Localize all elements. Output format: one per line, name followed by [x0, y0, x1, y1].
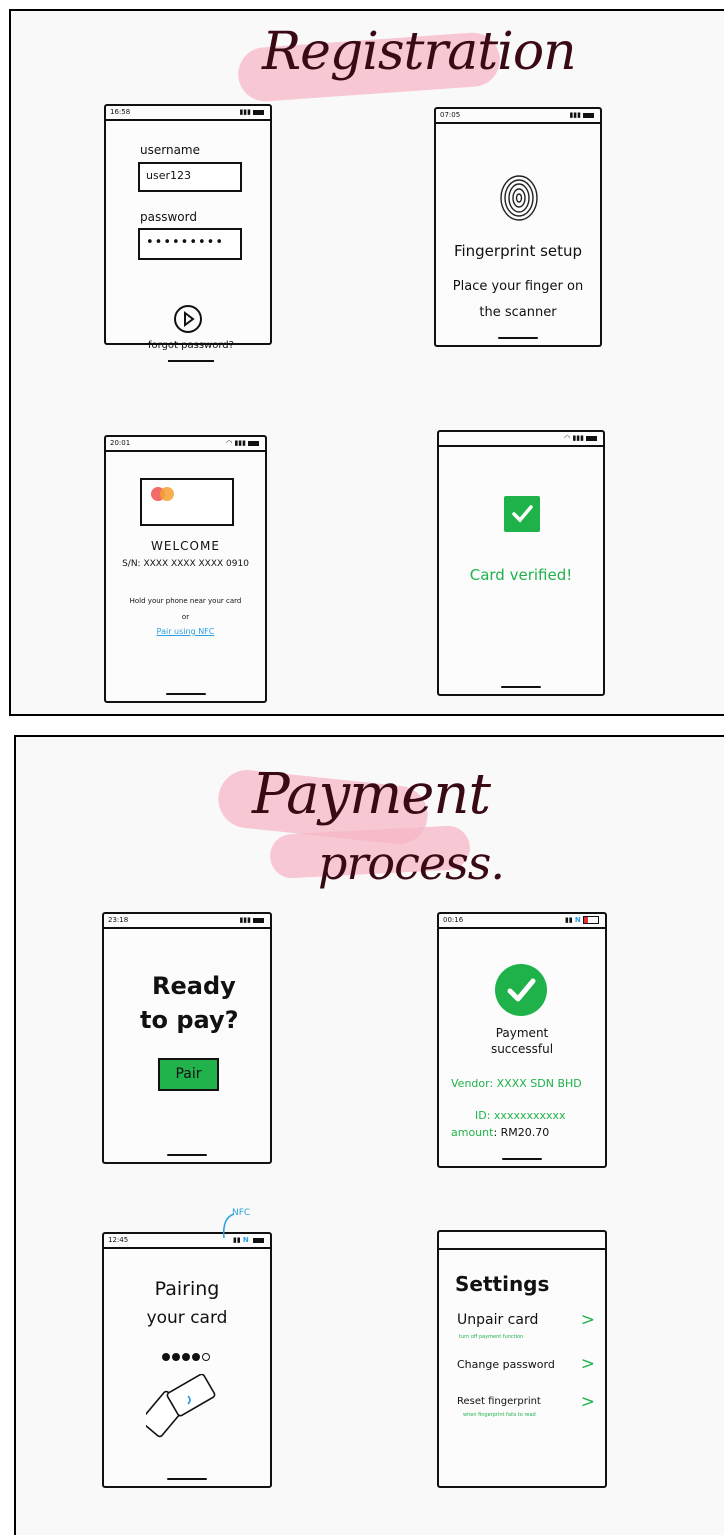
progress-dot	[182, 1353, 190, 1361]
home-indicator	[167, 1154, 207, 1156]
card-logo-orange	[160, 487, 174, 501]
fingerprint-title: Fingerprint setup	[453, 242, 583, 260]
status-bar: 16:58 ▮▮▮	[106, 106, 270, 121]
progress-dot	[192, 1353, 200, 1361]
pair-button[interactable]: Pair	[158, 1058, 219, 1091]
verified-check-icon	[504, 496, 540, 532]
amount-label: amount	[451, 1126, 494, 1139]
status-bar	[439, 1232, 605, 1250]
verified-screen: ◠ ▮▮▮ Card verified!	[437, 430, 605, 696]
submit-play-button[interactable]	[174, 305, 202, 333]
status-time: 07:05	[440, 111, 461, 119]
status-bar: 00:16 ▮▮ N	[439, 914, 605, 929]
payment-title-line2: process.	[318, 836, 505, 890]
payment-heading-line2: successful	[490, 1042, 554, 1056]
amount-row: amount: RM20.70	[451, 1126, 549, 1139]
signal-battery-icon: ◠ ▮▮▮	[564, 432, 597, 444]
status-bar: ◠ ▮▮▮	[439, 432, 603, 447]
fingerprint-icon	[500, 175, 538, 221]
chevron-right-icon: >	[580, 1392, 595, 1412]
id-row: ID: xxxxxxxxxxx	[475, 1109, 566, 1122]
progress-dot	[162, 1353, 170, 1361]
status-time: 16:58	[110, 108, 131, 116]
bank-card	[140, 478, 234, 526]
play-icon	[184, 311, 195, 327]
ready-line1: Ready	[152, 972, 236, 1000]
signal-battery-icon: ▮▮▮	[239, 106, 264, 118]
forgot-underline	[168, 360, 214, 362]
pairing-line2: your card	[146, 1308, 228, 1328]
welcome-screen: 20:01 ◠ ▮▮▮ WELCOME S/N: XXXX XXXX XXXX …	[104, 435, 267, 703]
home-indicator	[502, 1158, 542, 1160]
status-time: 20:01	[110, 439, 131, 447]
vendor-row: Vendor: XXXX SDN BHD	[451, 1077, 582, 1090]
home-indicator	[498, 337, 538, 339]
nfc-hint: Hold your phone near your card	[129, 597, 242, 605]
status-time: 00:16	[443, 916, 464, 924]
pairing-line1: Pairing	[154, 1278, 220, 1300]
status-time: 12:45	[108, 1236, 129, 1244]
fingerprint-instruction-2: the scanner	[479, 305, 557, 320]
settings-item-change-password[interactable]: Change password >	[457, 1354, 595, 1382]
settings-item-reset-fingerprint[interactable]: Reset fingerprint when fingerprint fails…	[457, 1392, 595, 1424]
settings-item-unpair[interactable]: Unpair card turn off payment function >	[457, 1310, 595, 1348]
or-text: or	[181, 613, 190, 621]
signal-battery-icon: ▮▮▮	[239, 914, 264, 926]
home-indicator	[167, 1478, 207, 1480]
username-label: username	[140, 143, 200, 157]
settings-item-label: Change password	[457, 1358, 555, 1371]
wifi-signal-battery-icon: ◠ ▮▮▮	[226, 437, 259, 449]
password-input[interactable]: •••••••••	[138, 228, 242, 260]
welcome-heading: WELCOME	[151, 539, 220, 553]
settings-heading: Settings	[455, 1272, 550, 1296]
nfc-callout-arrow-icon	[222, 1213, 235, 1239]
card-serial: S/N: XXXX XXXX XXXX 0910	[122, 559, 249, 569]
settings-item-label: Unpair card	[457, 1312, 539, 1328]
chevron-right-icon: >	[580, 1310, 595, 1330]
progress-dot	[172, 1353, 180, 1361]
home-indicator	[501, 686, 541, 688]
fingerprint-screen: 07:05 ▮▮▮ Fingerprint setup Place your f…	[434, 107, 602, 347]
payment-success-screen: 00:16 ▮▮ N Payment successful Vendor: XX…	[437, 912, 607, 1168]
login-screen: 16:58 ▮▮▮ username user123 password ••••…	[104, 104, 272, 362]
vendor-label: Vendor	[451, 1077, 490, 1090]
pair-nfc-link[interactable]: Pair using NFC	[106, 627, 265, 636]
ready-line2: to pay?	[140, 1006, 239, 1034]
amount-value: : RM20.70	[493, 1126, 550, 1139]
fingerprint-instruction-1: Place your finger on	[452, 279, 584, 294]
pairing-progress-dots	[104, 1346, 270, 1365]
settings-item-label: Reset fingerprint	[457, 1396, 541, 1407]
vendor-value: : XXXX SDN BHD	[489, 1077, 582, 1090]
status-bar: 20:01 ◠ ▮▮▮	[106, 437, 265, 452]
ready-to-pay-screen: 23:18 ▮▮▮ Ready to pay? Pair	[102, 912, 272, 1164]
signal-nfc-battery-icon: ▮▮ N	[565, 914, 599, 926]
signal-battery-icon: ▮▮▮	[569, 109, 594, 121]
settings-screen: Settings Unpair card turn off payment fu…	[437, 1230, 607, 1488]
status-bar: 23:18 ▮▮▮	[104, 914, 270, 929]
id-label: ID	[475, 1109, 487, 1122]
card-tap-icon	[146, 1374, 216, 1438]
pairing-screen: 12:45 ▮▮ N Pairing your card	[102, 1232, 272, 1488]
status-bar: 12:45 ▮▮ N	[104, 1234, 270, 1249]
success-check-icon	[495, 964, 547, 1016]
payment-title-line1: Payment	[252, 762, 491, 827]
card-verified-message: Card verified!	[469, 566, 573, 584]
progress-dot	[202, 1353, 210, 1361]
registration-title: Registration	[262, 22, 577, 82]
chevron-right-icon: >	[580, 1354, 595, 1374]
home-indicator	[165, 693, 206, 695]
payment-heading-line1: Payment	[495, 1026, 549, 1040]
forgot-password-link[interactable]: forgot password?	[148, 340, 234, 351]
password-label: password	[140, 210, 197, 224]
settings-item-note: when fingerprint fails to read	[463, 1412, 536, 1418]
id-value: : xxxxxxxxxxx	[486, 1109, 566, 1122]
settings-item-note: turn off payment function	[459, 1334, 524, 1340]
status-time: 23:18	[108, 916, 129, 924]
username-input[interactable]: user123	[138, 162, 242, 192]
status-bar: 07:05 ▮▮▮	[436, 109, 600, 124]
